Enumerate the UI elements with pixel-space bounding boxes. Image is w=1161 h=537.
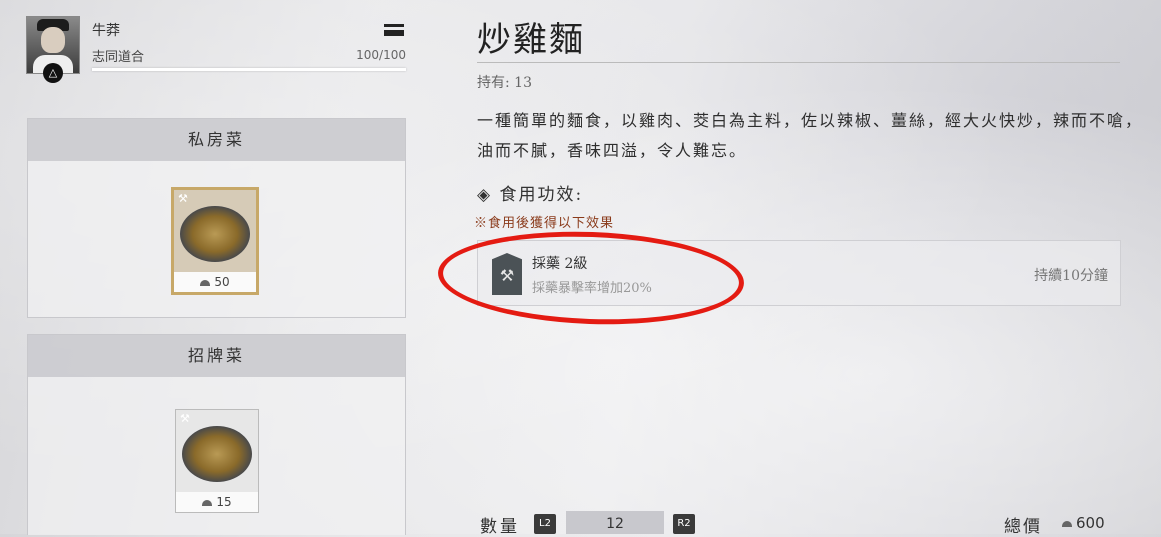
avatar: △ xyxy=(26,16,80,83)
effect-note: ※食用後獲得以下效果 xyxy=(474,216,615,231)
gather-tool-icon: ⚒ xyxy=(180,412,190,425)
dish-card[interactable]: ⚒ 50 xyxy=(171,187,259,295)
dish-image xyxy=(180,206,250,262)
dish-price: 15 xyxy=(176,492,258,512)
relation-bar xyxy=(92,68,406,71)
category-panel-private: 私房菜 ⚒ 50 xyxy=(27,118,406,318)
menu-icon[interactable] xyxy=(384,24,404,36)
character-relation: 志同道合 xyxy=(92,50,145,65)
dish-description: 一種簡單的麵食，以雞肉、茭白為主料，佐以辣椒、薑絲，經大火快炒，辣而不嗆，油而不… xyxy=(477,111,1144,160)
total-label: 總價 xyxy=(1004,517,1042,537)
dish-price-value: 50 xyxy=(214,275,230,289)
character-hp: 100/100 xyxy=(356,48,406,62)
quantity-label: 數量 xyxy=(480,517,520,537)
dish-price-value: 15 xyxy=(216,495,232,509)
dish-title: 炒雞麵 xyxy=(477,20,585,60)
dish-price: 50 xyxy=(174,272,256,292)
category-title: 私房菜 xyxy=(28,119,405,161)
effect-duration: 持續10分鐘 xyxy=(1034,268,1108,284)
coin-icon xyxy=(202,499,213,506)
effect-section-title: ◈ 食用功效: xyxy=(477,185,584,205)
title-divider xyxy=(477,62,1120,63)
owned-count: 持有: 13 xyxy=(477,72,532,92)
dish-card[interactable]: ⚒ 15 xyxy=(175,409,259,513)
avatar-face xyxy=(41,27,65,53)
character-name: 牛莽 xyxy=(92,23,120,39)
coin-icon xyxy=(200,279,211,286)
r2-button[interactable]: R2 xyxy=(673,514,695,534)
character-header: △ 牛莽 志同道合 100/100 xyxy=(26,16,406,83)
triangle-button-icon[interactable]: △ xyxy=(43,63,63,83)
category-title: 招牌菜 xyxy=(28,335,405,377)
gather-tool-icon: ⚒ xyxy=(178,192,188,205)
quantity-value[interactable]: 12 xyxy=(566,511,664,534)
dish-image xyxy=(182,426,252,482)
total-price-value: 600 xyxy=(1076,514,1105,532)
owned-value: 13 xyxy=(514,75,532,91)
coin-icon xyxy=(1062,520,1072,527)
total-price: 600 xyxy=(1062,514,1105,532)
owned-label: 持有: xyxy=(477,75,510,91)
category-panel-signature: 招牌菜 ⚒ 15 xyxy=(27,334,406,535)
l2-button[interactable]: L2 xyxy=(534,514,556,534)
